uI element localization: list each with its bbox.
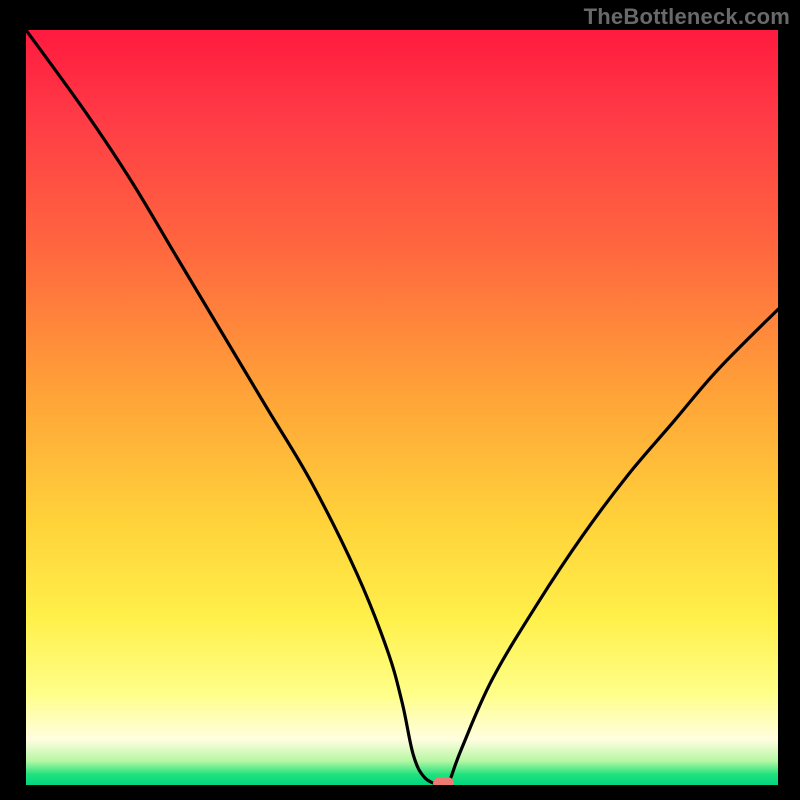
bottleneck-curve bbox=[26, 30, 778, 785]
chart-frame: TheBottleneck.com bbox=[0, 0, 800, 800]
optimal-marker bbox=[433, 777, 454, 785]
plot-area bbox=[26, 30, 778, 785]
attribution-label: TheBottleneck.com bbox=[584, 4, 790, 30]
